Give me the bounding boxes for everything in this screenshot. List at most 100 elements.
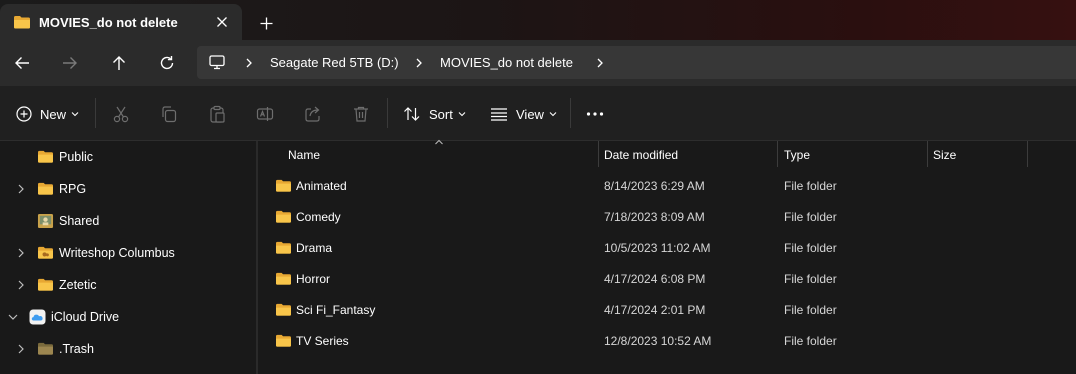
breadcrumb-drive[interactable]: Seagate Red 5TB (D:) xyxy=(270,55,399,70)
column-header-date[interactable]: Date modified xyxy=(599,141,777,167)
chevron-right-icon[interactable] xyxy=(15,183,27,195)
column-header-name[interactable]: Name xyxy=(258,139,598,167)
file-date: 7/18/2023 8:09 AM xyxy=(604,210,705,224)
file-row[interactable]: Drama 10/5/2023 11:02 AM File folder xyxy=(258,232,1076,263)
sort-label: Sort xyxy=(429,106,453,122)
more-icon[interactable] xyxy=(584,104,606,124)
file-row[interactable]: Sci Fi_Fantasy 4/17/2024 2:01 PM File fo… xyxy=(258,294,1076,325)
file-date: 10/5/2023 11:02 AM xyxy=(604,241,711,255)
view-list-icon xyxy=(490,107,508,121)
chevron-down-icon[interactable] xyxy=(7,311,19,323)
sidebar-item-label: Shared xyxy=(59,214,100,228)
sidebar-item-label: Public xyxy=(59,150,94,164)
view-label: View xyxy=(516,106,544,122)
toolbar-divider xyxy=(95,98,96,128)
sidebar-item-writeshop-columbus[interactable]: Writeshop Columbus xyxy=(0,237,256,269)
cut-icon[interactable] xyxy=(111,104,131,124)
folder-icon xyxy=(37,149,54,164)
chevron-right-icon[interactable] xyxy=(243,57,255,69)
sidebar-item-label: RPG xyxy=(59,182,87,196)
plus-icon[interactable] xyxy=(256,13,276,33)
chevron-right-icon[interactable] xyxy=(15,247,27,259)
sort-button[interactable]: Sort xyxy=(403,105,466,123)
file-row[interactable]: TV Series 12/8/2023 10:52 AM File folder xyxy=(258,325,1076,356)
chevron-right-icon[interactable] xyxy=(15,343,27,355)
chevron-down-icon xyxy=(549,111,557,117)
folder-icon xyxy=(37,341,54,356)
paste-icon[interactable] xyxy=(207,104,227,124)
address-bar[interactable]: Seagate Red 5TB (D:) MOVIES_do not delet… xyxy=(197,46,1076,79)
column-header-size[interactable]: Size xyxy=(928,141,1027,167)
refresh-icon[interactable] xyxy=(155,52,179,74)
sidebar-item-zetetic[interactable]: Zetetic xyxy=(0,269,256,301)
file-type: File folder xyxy=(784,241,837,255)
share-icon[interactable] xyxy=(303,104,323,124)
file-name: Animated xyxy=(296,179,347,193)
shared-folder-icon xyxy=(37,245,54,260)
sidebar-item-icloud-drive[interactable]: iCloud Drive xyxy=(0,301,256,333)
folder-icon xyxy=(37,181,54,196)
file-date: 4/17/2024 6:08 PM xyxy=(604,272,706,286)
sidebar-item-shared[interactable]: Shared xyxy=(0,205,256,237)
plus-circle-icon xyxy=(16,106,32,122)
file-type: File folder xyxy=(784,334,837,348)
folder-icon xyxy=(275,209,292,224)
file-name: Horror xyxy=(296,272,331,286)
close-icon[interactable] xyxy=(212,12,232,32)
folder-icon xyxy=(275,302,292,317)
folder-icon xyxy=(275,333,292,348)
file-type: File folder xyxy=(784,303,837,317)
file-date: 8/14/2023 6:29 AM xyxy=(604,179,705,193)
arrow-left-icon[interactable] xyxy=(10,52,34,74)
column-label: Date modified xyxy=(604,148,679,162)
sidebar-item-label: .Trash xyxy=(59,342,94,356)
icloud-icon xyxy=(29,309,46,325)
column-label: Type xyxy=(784,148,811,162)
column-divider[interactable] xyxy=(1027,141,1028,167)
copy-icon[interactable] xyxy=(159,104,179,124)
computer-icon[interactable] xyxy=(209,55,225,70)
folder-icon xyxy=(275,178,292,193)
column-label: Size xyxy=(933,148,957,162)
navigation-bar: Seagate Red 5TB (D:) MOVIES_do not delet… xyxy=(0,40,1076,86)
file-name: Drama xyxy=(296,241,333,255)
folder-icon xyxy=(37,277,54,292)
delete-icon[interactable] xyxy=(351,104,371,124)
file-type: File folder xyxy=(784,210,837,224)
file-list: Name Date modified Type Size Animated 8/… xyxy=(258,139,1076,374)
view-button[interactable]: View xyxy=(490,105,557,123)
chevron-right-icon[interactable] xyxy=(594,57,606,69)
toolbar-divider xyxy=(570,98,571,128)
sidebar-item-public[interactable]: Public xyxy=(0,141,256,173)
chevron-down-icon xyxy=(458,111,466,117)
toolbar-divider xyxy=(387,98,388,128)
new-label: New xyxy=(40,106,67,122)
file-type: File folder xyxy=(784,272,837,286)
command-bar: New Sort View xyxy=(0,86,1076,141)
sort-ascending-icon xyxy=(434,139,444,145)
folder-icon xyxy=(13,14,31,30)
chevron-right-icon[interactable] xyxy=(15,279,27,291)
new-button[interactable]: New xyxy=(16,105,79,123)
file-row[interactable]: Animated 8/14/2023 6:29 AM File folder xyxy=(258,170,1076,201)
file-name: Sci Fi_Fantasy xyxy=(296,303,376,317)
chevron-right-icon[interactable] xyxy=(413,57,425,69)
file-date: 4/17/2024 2:01 PM xyxy=(604,303,706,317)
file-date: 12/8/2023 10:52 AM xyxy=(604,334,712,348)
sidebar-item-label: Writeshop Columbus xyxy=(59,246,175,260)
folder-icon xyxy=(275,240,292,255)
sidebar-item-trash[interactable]: .Trash xyxy=(0,333,256,365)
folder-icon xyxy=(275,271,292,286)
file-type: File folder xyxy=(784,179,837,193)
arrow-right-icon[interactable] xyxy=(58,52,82,74)
title-bar: MOVIES_do not delete xyxy=(0,0,1076,40)
sidebar-item-rpg[interactable]: RPG xyxy=(0,173,256,205)
file-row[interactable]: Comedy 7/18/2023 8:09 AM File folder xyxy=(258,201,1076,232)
arrow-up-icon[interactable] xyxy=(107,52,131,74)
tab-movies[interactable]: MOVIES_do not delete xyxy=(0,4,242,40)
column-header-type[interactable]: Type xyxy=(778,141,927,167)
tab-title: MOVIES_do not delete xyxy=(39,15,178,30)
rename-icon[interactable] xyxy=(255,104,275,124)
breadcrumb-folder[interactable]: MOVIES_do not delete xyxy=(440,55,573,70)
file-row[interactable]: Horror 4/17/2024 6:08 PM File folder xyxy=(258,263,1076,294)
